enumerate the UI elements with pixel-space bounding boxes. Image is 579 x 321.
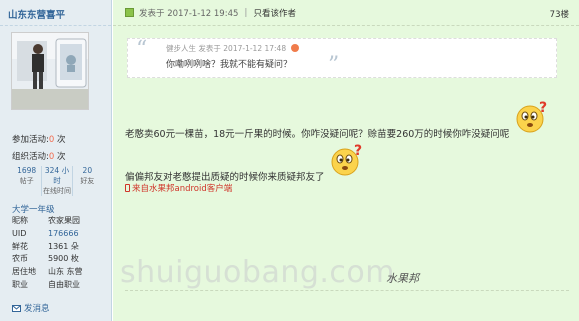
author-only-link[interactable]: 只看该作者: [253, 7, 296, 19]
info-key: 居住地: [12, 267, 36, 277]
floor-number[interactable]: 73楼: [550, 8, 569, 20]
activity-organized-count[interactable]: 0: [49, 152, 54, 162]
quote-block: “ 健步人生 发表于 2017-1-12 17:48 你嘞咧咧啥？我就不能有疑问…: [127, 37, 557, 78]
envelope-icon: [12, 304, 21, 312]
separator: |: [244, 7, 248, 18]
stat-friends[interactable]: 20 好友: [73, 166, 102, 196]
activity-organized-unit: 次: [57, 152, 66, 162]
info-row-uid: UID 176666: [12, 228, 108, 241]
info-row-location: 居住地 山东 东营: [12, 266, 108, 279]
post-text-line-2: 偏偏邦友对老憨提出质疑的时候你来质疑邦友了: [125, 172, 325, 183]
stat-friends-value: 20: [82, 166, 93, 175]
svg-text:?: ?: [354, 143, 362, 159]
activity-organized: 组织活动:0 次: [12, 150, 66, 162]
client-source-label: 来自水果邦android客户端: [132, 184, 233, 194]
question-emoji-icon: ?: [516, 100, 547, 133]
question-emoji-icon: ?: [331, 143, 362, 176]
info-key: 昵称: [12, 216, 28, 225]
activity-joined: 参加活动:0 次: [12, 133, 66, 145]
post-text-line-1: 老憨卖60元一棵苗，18元一斤果的时候。你咋没疑问呢？赊苗要260万的时候你咋没…: [125, 129, 510, 140]
info-row-occupation: 职业 自由职业: [12, 279, 108, 292]
send-message-label: 发消息: [24, 304, 50, 314]
site-watermark: shuiguobang.com: [120, 255, 395, 290]
sidebar-header: 山东东营喜平: [0, 0, 111, 26]
quote-author: 健步人生: [166, 44, 196, 53]
quote-close-icon: ”: [328, 53, 340, 78]
info-value: 1361 朵: [48, 241, 79, 251]
post-header: 发表于 2017-1-12 19:45 | 只看该作者 73楼: [113, 0, 579, 26]
info-row-flowers: 鲜花 1361 朵: [12, 241, 108, 254]
stat-friends-label: 好友: [80, 177, 95, 185]
info-value: 农家果园: [48, 216, 80, 225]
post-divider: [125, 290, 569, 291]
quote-open-icon: “: [136, 37, 148, 62]
info-value: 自由职业: [48, 279, 80, 289]
svg-text:?: ?: [539, 100, 547, 116]
stat-online-time-value: 324 小时: [44, 166, 70, 185]
user-sidebar: 山东东营喜平 参加活动:0 次 组织活动:0 次 1698 帖子 324 小时 …: [0, 0, 112, 321]
user-stats: 1698 帖子 324 小时 在线时间 20 好友: [12, 166, 102, 196]
username-link[interactable]: 山东东营喜平: [8, 10, 65, 21]
quote-text: 你嘞咧咧啥？我就不能有疑问？: [166, 60, 293, 70]
post-time: 发表于 2017-1-12 19:45: [139, 8, 239, 19]
user-info: 昵称 农家果园 UID 176666 鲜花 1361 朵 农币 5900 枚 居…: [12, 215, 108, 292]
avatar[interactable]: [11, 32, 89, 110]
activity-organized-label: 组织活动:: [12, 152, 49, 162]
stat-online-time-label: 在线时间: [42, 187, 71, 195]
jump-to-quote-icon[interactable]: [291, 44, 300, 52]
info-value: 5900 枚: [48, 254, 79, 264]
online-status-icon: [125, 8, 134, 17]
uid-link[interactable]: 176666: [48, 228, 79, 241]
activity-joined-label: 参加活动:: [12, 135, 49, 145]
quote-time: 发表于 2017-1-12 17:48: [198, 44, 287, 53]
stat-online-time[interactable]: 324 小时 在线时间: [42, 166, 73, 196]
info-value: 山东 东营: [48, 267, 83, 277]
stat-posts-value: 1698: [17, 166, 37, 175]
site-watermark-chinese: 水果邦: [386, 272, 419, 285]
info-key: 农币: [12, 254, 28, 264]
stat-posts-label: 帖子: [19, 177, 34, 185]
activity-joined-count[interactable]: 0: [49, 135, 54, 145]
info-key: UID: [12, 228, 27, 238]
client-source-link[interactable]: 来自水果邦android客户端: [125, 182, 232, 194]
info-key: 鲜花: [12, 241, 28, 251]
quote-meta: 健步人生 发表于 2017-1-12 17:48: [166, 43, 300, 54]
activity-joined-unit: 次: [57, 135, 66, 145]
send-message-link[interactable]: 发消息: [12, 302, 50, 314]
info-row-coins: 农币 5900 枚: [12, 253, 108, 266]
info-row-nickname: 昵称 农家果园: [12, 215, 108, 228]
user-level-link[interactable]: 大学一年级: [12, 203, 55, 215]
avatar-photo: [12, 33, 88, 109]
info-key: 职业: [12, 279, 28, 289]
mobile-phone-icon: [125, 184, 130, 192]
stat-posts[interactable]: 1698 帖子: [12, 166, 43, 196]
